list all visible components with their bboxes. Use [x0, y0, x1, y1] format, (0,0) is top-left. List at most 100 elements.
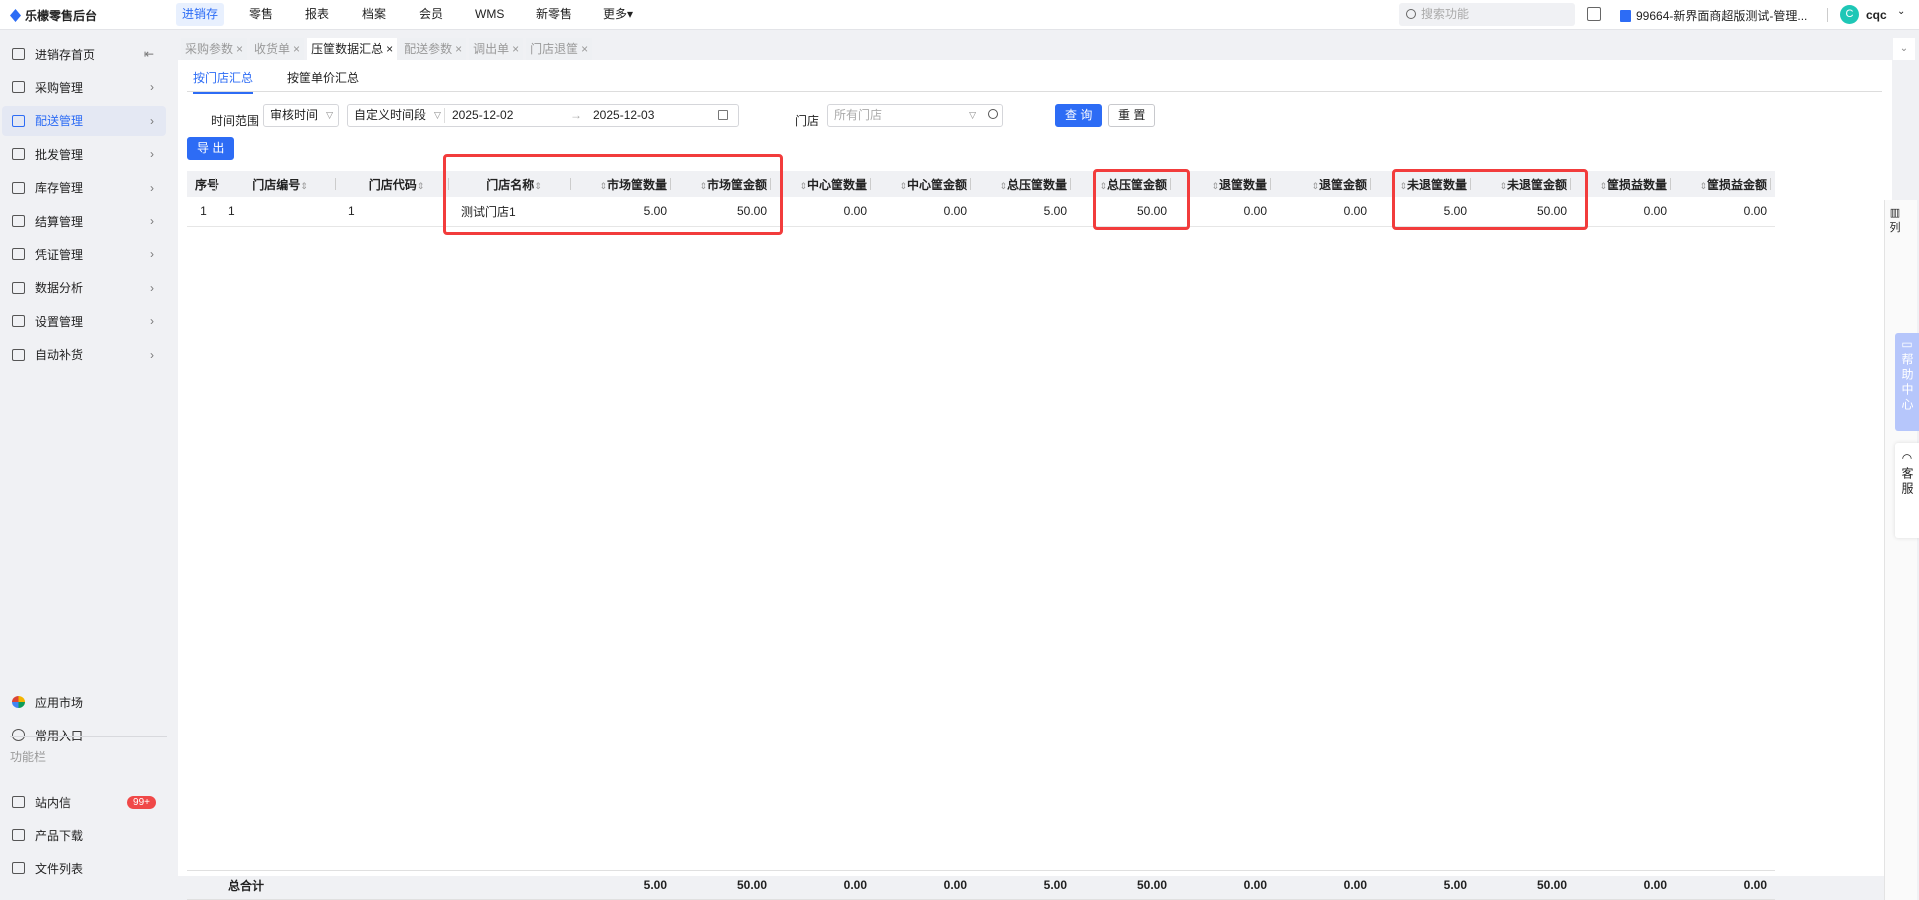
nav-archive[interactable]: 档案 — [356, 3, 392, 26]
sort-icon[interactable]: ⇕ — [417, 181, 425, 191]
column-header[interactable]: ⇕筐损益数量 — [1575, 171, 1675, 197]
sort-icon[interactable]: ⇕ — [300, 181, 308, 191]
nav-retail[interactable]: 零售 — [243, 3, 279, 26]
sort-icon[interactable]: ⇕ — [999, 181, 1007, 191]
chevron-down-icon[interactable]: ⌄ — [1893, 38, 1915, 60]
app-logo[interactable]: 乐檬零售后台 — [10, 7, 97, 24]
reset-button[interactable]: 重 置 — [1108, 104, 1156, 127]
chevron-right-icon[interactable]: › — [150, 214, 154, 228]
sidebar-item-favorites[interactable]: 常用入口 — [2, 720, 166, 750]
tab-4[interactable]: 调出单 × — [469, 38, 524, 60]
column-header[interactable]: 序号 — [187, 171, 220, 197]
sidebar-item-voucher[interactable]: 凭证管理 › — [2, 239, 166, 269]
column-resize-handle[interactable] — [970, 178, 971, 190]
nav-reports[interactable]: 报表 — [299, 3, 335, 26]
chevron-right-icon[interactable]: › — [150, 181, 154, 195]
user-name[interactable]: cqc — [1866, 8, 1887, 22]
sidebar-item-files[interactable]: 文件列表 — [2, 853, 166, 883]
help-center-button[interactable]: ▭ 帮助中心 — [1895, 333, 1919, 431]
column-resize-handle[interactable] — [1270, 178, 1271, 190]
sidebar-item-downloads[interactable]: 产品下载 — [2, 820, 166, 850]
tab-3[interactable]: 配送参数 × — [400, 38, 467, 60]
column-header[interactable]: ⇕退筐数量 — [1175, 171, 1275, 197]
end-date[interactable]: 2025-12-03 — [593, 105, 654, 126]
tab-0[interactable]: 采购参数 × — [181, 38, 248, 60]
chevron-right-icon[interactable]: › — [150, 314, 154, 328]
sidebar-item-delivery[interactable]: 配送管理 › — [2, 105, 166, 136]
nav-wms[interactable]: WMS — [469, 3, 510, 26]
close-icon[interactable]: × — [293, 42, 300, 56]
start-date[interactable]: 2025-12-02 — [452, 105, 513, 126]
query-button[interactable]: 查 询 — [1055, 104, 1103, 127]
nav-member[interactable]: 会员 — [413, 3, 449, 26]
sidebar-item-chart[interactable]: 数据分析 › — [2, 273, 166, 303]
nav-more[interactable]: 更多▾ — [597, 3, 639, 26]
column-header[interactable]: 门店代码⇕ — [340, 171, 453, 197]
column-header[interactable]: ⇕筐损益金额 — [1675, 171, 1775, 197]
subtab-by-store[interactable]: 按门店汇总 — [193, 69, 254, 94]
tab-2[interactable]: 压筐数据汇总 × — [307, 38, 398, 60]
calendar-icon[interactable] — [718, 110, 728, 120]
chevron-right-icon[interactable]: › — [150, 348, 154, 362]
sidebar-item-cart[interactable]: 采购管理 › — [2, 72, 166, 102]
collapse-icon[interactable]: ⇤ — [144, 47, 154, 61]
sort-icon[interactable]: ⇕ — [899, 181, 907, 191]
time-range-label: 时间范围 — [211, 114, 260, 128]
close-icon[interactable]: × — [386, 42, 393, 56]
chevron-down-icon[interactable]: ⌄ — [1897, 6, 1905, 17]
nav-jinxiaocun[interactable]: 进销存 — [176, 3, 225, 26]
arrow-right-icon: → — [570, 108, 582, 122]
search-input[interactable]: 搜索功能 — [1399, 3, 1575, 26]
sort-icon[interactable]: ⇕ — [1211, 181, 1219, 191]
column-settings-button[interactable]: ▥ 列 — [1885, 206, 1905, 235]
printer-icon[interactable] — [1587, 7, 1601, 21]
sidebar-item-messages[interactable]: 站内信 99+ — [2, 787, 166, 817]
chevron-right-icon[interactable]: › — [150, 114, 154, 128]
sort-icon[interactable]: ⇕ — [1311, 181, 1319, 191]
sort-icon[interactable]: ⇕ — [1699, 181, 1707, 191]
tab-1[interactable]: 收货单 × — [250, 38, 305, 60]
sort-icon[interactable]: ⇕ — [1599, 181, 1607, 191]
column-header[interactable]: ⇕总压筐数量 — [975, 171, 1075, 197]
column-header[interactable]: ⇕退筐金额 — [1275, 171, 1375, 197]
table-cell: 0.00 — [875, 197, 975, 227]
sidebar-item-settings[interactable]: 设置管理 › — [2, 306, 166, 336]
date-range-picker[interactable]: 自定义时间段 ▽ 2025-12-02 → 2025-12-03 — [347, 104, 739, 127]
chevron-right-icon[interactable]: › — [150, 281, 154, 295]
org-selector[interactable]: 99664-新界面商超版测试-管理... — [1620, 7, 1807, 24]
column-resize-handle[interactable] — [870, 178, 871, 190]
column-resize-handle[interactable] — [335, 178, 336, 190]
close-icon[interactable]: × — [455, 42, 462, 56]
export-button[interactable]: 导 出 — [187, 137, 235, 160]
tab-label: 压筐数据汇总 — [311, 42, 384, 56]
sort-icon[interactable]: ⇕ — [799, 181, 807, 191]
sidebar-item-home[interactable]: 进销存首页 ⇤ — [2, 39, 166, 69]
column-resize-handle[interactable] — [1370, 178, 1371, 190]
column-resize-handle[interactable] — [1070, 178, 1071, 190]
column-header[interactable]: ⇕中心筐数量 — [775, 171, 875, 197]
subtab-by-price[interactable]: 按筐单价汇总 — [287, 69, 359, 86]
column-resize-handle[interactable] — [1670, 178, 1671, 190]
close-icon[interactable]: × — [236, 42, 243, 56]
close-icon[interactable]: × — [512, 42, 519, 56]
sidebar-item-settlement[interactable]: 结算管理 › — [2, 206, 166, 236]
close-icon[interactable]: × — [581, 42, 588, 56]
chevron-right-icon[interactable]: › — [150, 247, 154, 261]
avatar[interactable]: C — [1840, 5, 1859, 24]
nav-new-retail[interactable]: 新零售 — [530, 3, 578, 26]
column-header[interactable]: ⇕中心筐金额 — [875, 171, 975, 197]
time-type-select[interactable]: 审核时间 ▽ — [263, 104, 339, 127]
customer-service-button[interactable]: ◠ 客服 — [1895, 443, 1919, 538]
column-resize-handle[interactable] — [215, 178, 216, 190]
chevron-right-icon[interactable]: › — [150, 147, 154, 161]
column-header[interactable]: 门店编号⇕ — [220, 171, 340, 197]
search-icon[interactable] — [988, 109, 998, 119]
store-select[interactable]: 所有门店 ▽ — [827, 104, 1003, 127]
sidebar-item-wholesale[interactable]: 批发管理 › — [2, 139, 166, 169]
chevron-right-icon[interactable]: › — [150, 80, 154, 94]
sidebar-item-auto-replenish[interactable]: 自动补货 › — [2, 340, 166, 370]
column-resize-handle[interactable] — [1770, 178, 1771, 190]
tab-5[interactable]: 门店退筐 × — [526, 38, 593, 60]
sidebar-item-inventory[interactable]: 库存管理 › — [2, 173, 166, 203]
sidebar-item-app-market[interactable]: 应用市场 — [2, 687, 166, 717]
